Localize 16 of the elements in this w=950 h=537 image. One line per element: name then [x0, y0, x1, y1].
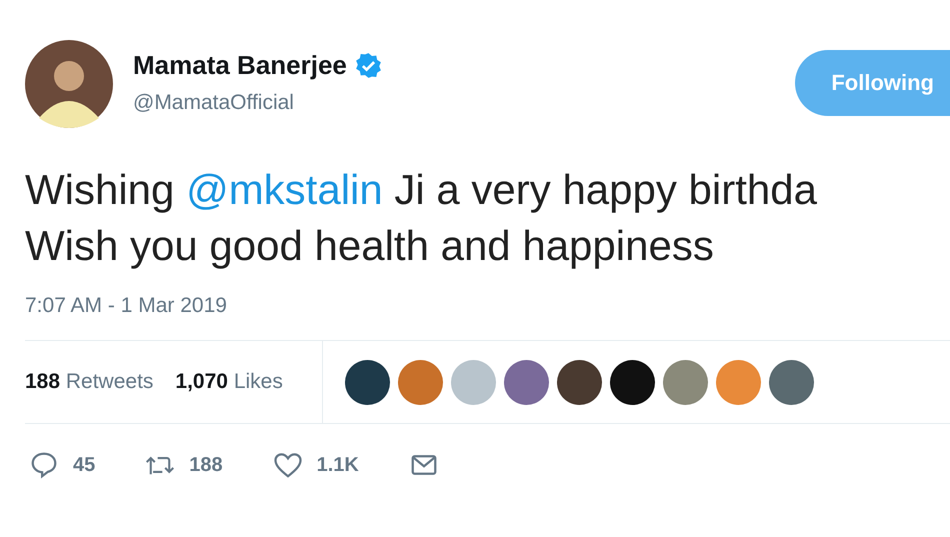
following-button[interactable]: Following [795, 50, 950, 116]
liker-avatar-icon[interactable] [610, 360, 655, 404]
tweet-text: Wishing @mkstalin Ji a very happy birthda Wish you good health and happiness [25, 165, 818, 271]
author-handle[interactable]: @MamataOfficial [133, 91, 382, 115]
action-count: 1.1K [316, 454, 359, 476]
action-count: 45 [73, 454, 96, 476]
avatar-icon [25, 40, 113, 128]
author-name[interactable]: Mamata Banerjee [133, 50, 347, 81]
liker-avatar-icon[interactable] [345, 360, 390, 404]
stat-link[interactable]: 188 Retweets [25, 370, 154, 394]
liker-avatar-icon[interactable] [557, 360, 602, 404]
mention-link[interactable]: @mkstalin [186, 166, 383, 213]
reply-icon[interactable] [29, 450, 59, 480]
tweet-timestamp[interactable]: 7:07 AM - 1 Mar 2019 [25, 294, 950, 318]
action-count: 188 [189, 454, 223, 476]
stat-link[interactable]: 1,070 Likes [175, 370, 283, 394]
